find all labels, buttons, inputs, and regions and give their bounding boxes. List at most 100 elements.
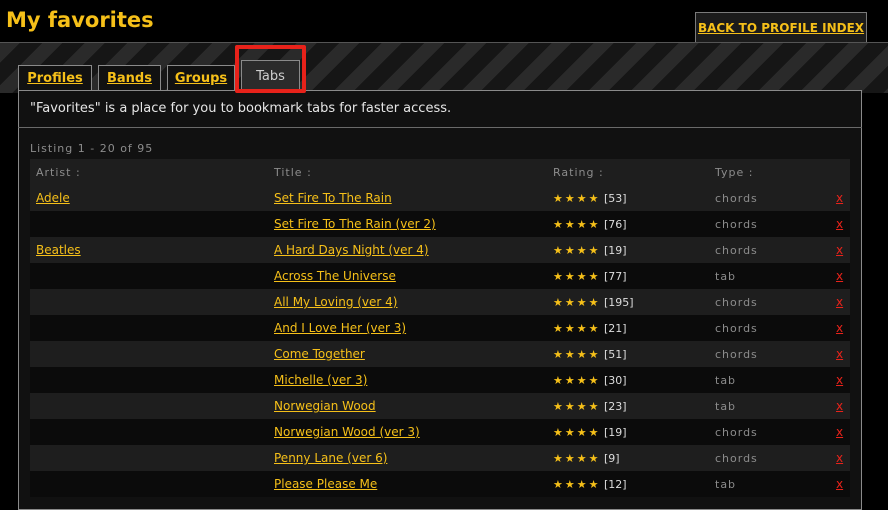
delete-button[interactable]: x [836, 425, 843, 439]
delete-button[interactable]: x [836, 451, 843, 465]
type-label: tab [715, 270, 737, 283]
delete-button[interactable]: x [836, 399, 843, 413]
title-link[interactable]: Set Fire To The Rain (ver 2) [274, 217, 436, 231]
rating: ★★★★ [23] [553, 400, 627, 413]
artist-link[interactable]: Beatles [36, 243, 81, 257]
delete-button[interactable]: x [836, 321, 843, 335]
column-rating: Rating : [553, 166, 604, 179]
type-label: chords [715, 244, 758, 257]
title-link[interactable]: A Hard Days Night (ver 4) [274, 243, 429, 257]
table-row: Michelle (ver 3) ★★★★ [30] tab x [30, 367, 850, 393]
rating-stars-icon: ★★★★ [553, 296, 601, 309]
rating-count: [19] [603, 244, 627, 257]
type-label: tab [715, 478, 737, 491]
type-label: chords [715, 296, 758, 309]
rating-count: [23] [603, 400, 627, 413]
rating-count: [53] [603, 192, 627, 205]
page-title: My favorites [6, 8, 154, 32]
intro-text: "Favorites" is a place for you to bookma… [18, 90, 862, 128]
rating-stars-icon: ★★★★ [553, 192, 601, 205]
rating: ★★★★ [19] [553, 244, 627, 257]
rating: ★★★★ [53] [553, 192, 627, 205]
listing-count: Listing 1 - 20 of 95 [30, 142, 154, 155]
type-label: chords [715, 218, 758, 231]
title-link[interactable]: Penny Lane (ver 6) [274, 451, 387, 465]
rating: ★★★★ [19] [553, 426, 627, 439]
rating-stars-icon: ★★★★ [553, 478, 601, 491]
title-link[interactable]: Across The Universe [274, 269, 396, 283]
rating: ★★★★ [195] [553, 296, 634, 309]
title-link[interactable]: Please Please Me [274, 477, 377, 491]
rating-stars-icon: ★★★★ [553, 452, 601, 465]
rating-stars-icon: ★★★★ [553, 322, 601, 335]
table-header: Artist : Title : Rating : Type : [30, 159, 850, 185]
table-row: Adele Set Fire To The Rain ★★★★ [53] chords… [30, 185, 850, 211]
table-row: All My Loving (ver 4) ★★★★ [195] chords x [30, 289, 850, 315]
rating-count: [21] [603, 322, 627, 335]
title-link[interactable]: Michelle (ver 3) [274, 373, 367, 387]
rating-stars-icon: ★★★★ [553, 348, 601, 361]
rating-stars-icon: ★★★★ [553, 270, 601, 283]
table-row: Please Please Me ★★★★ [12] tab x [30, 471, 850, 497]
rating-stars-icon: ★★★★ [553, 374, 601, 387]
table-row: Beatles A Hard Days Night (ver 4) ★★★★ [19… [30, 237, 850, 263]
delete-button[interactable]: x [836, 347, 843, 361]
table-row: Penny Lane (ver 6) ★★★★ [9] chords x [30, 445, 850, 471]
tab-profiles[interactable]: Profiles [18, 65, 92, 91]
type-label: chords [715, 426, 758, 439]
rating-stars-icon: ★★★★ [553, 426, 601, 439]
delete-button[interactable]: x [836, 295, 843, 309]
rating-count: [76] [603, 218, 627, 231]
rating: ★★★★ [21] [553, 322, 627, 335]
column-type: Type : [715, 166, 754, 179]
delete-button[interactable]: x [836, 191, 843, 205]
rating-count: [12] [603, 478, 627, 491]
rating: ★★★★ [12] [553, 478, 627, 491]
rating: ★★★★ [30] [553, 374, 627, 387]
delete-button[interactable]: x [836, 269, 843, 283]
title-link[interactable]: All My Loving (ver 4) [274, 295, 397, 309]
table-row: Norwegian Wood ★★★★ [23] tab x [30, 393, 850, 419]
rating-count: [30] [603, 374, 627, 387]
type-label: chords [715, 452, 758, 465]
type-label: chords [715, 322, 758, 335]
table-row: Across The Universe ★★★★ [77] tab x [30, 263, 850, 289]
back-to-profile-index-button[interactable]: BACK TO PROFILE INDEX [695, 12, 867, 42]
rating-stars-icon: ★★★★ [553, 400, 601, 413]
title-link[interactable]: Come Together [274, 347, 365, 361]
rating-count: [77] [603, 270, 627, 283]
title-link[interactable]: Norwegian Wood [274, 399, 376, 413]
delete-button[interactable]: x [836, 243, 843, 257]
delete-button[interactable]: x [836, 373, 843, 387]
rating-count: [195] [603, 296, 634, 309]
delete-button[interactable]: x [836, 217, 843, 231]
tab-bands[interactable]: Bands [98, 65, 161, 91]
rating: ★★★★ [51] [553, 348, 627, 361]
title-link[interactable]: Norwegian Wood (ver 3) [274, 425, 420, 439]
tab-highlight-annotation [235, 45, 306, 93]
table-row: And I Love Her (ver 3) ★★★★ [21] chords x [30, 315, 850, 341]
rating-count: [51] [603, 348, 627, 361]
rating-count: [9] [603, 452, 620, 465]
tab-groups[interactable]: Groups [167, 65, 235, 91]
type-label: chords [715, 348, 758, 361]
rating: ★★★★ [9] [553, 452, 620, 465]
table-row: Norwegian Wood (ver 3) ★★★★ [19] chords x [30, 419, 850, 445]
table-row: Come Together ★★★★ [51] chords x [30, 341, 850, 367]
rating: ★★★★ [77] [553, 270, 627, 283]
table-row: Set Fire To The Rain (ver 2) ★★★★ [76] cho… [30, 211, 850, 237]
column-title: Title : [274, 166, 312, 179]
column-artist: Artist : [36, 166, 81, 179]
type-label: tab [715, 400, 737, 413]
title-link[interactable]: Set Fire To The Rain [274, 191, 392, 205]
rating-count: [19] [603, 426, 627, 439]
favorites-table: Adele Set Fire To The Rain ★★★★ [53] chords… [30, 185, 850, 497]
rating-stars-icon: ★★★★ [553, 218, 601, 231]
rating: ★★★★ [76] [553, 218, 627, 231]
type-label: tab [715, 374, 737, 387]
rating-stars-icon: ★★★★ [553, 244, 601, 257]
type-label: chords [715, 192, 758, 205]
artist-link[interactable]: Adele [36, 191, 70, 205]
delete-button[interactable]: x [836, 477, 843, 491]
title-link[interactable]: And I Love Her (ver 3) [274, 321, 406, 335]
